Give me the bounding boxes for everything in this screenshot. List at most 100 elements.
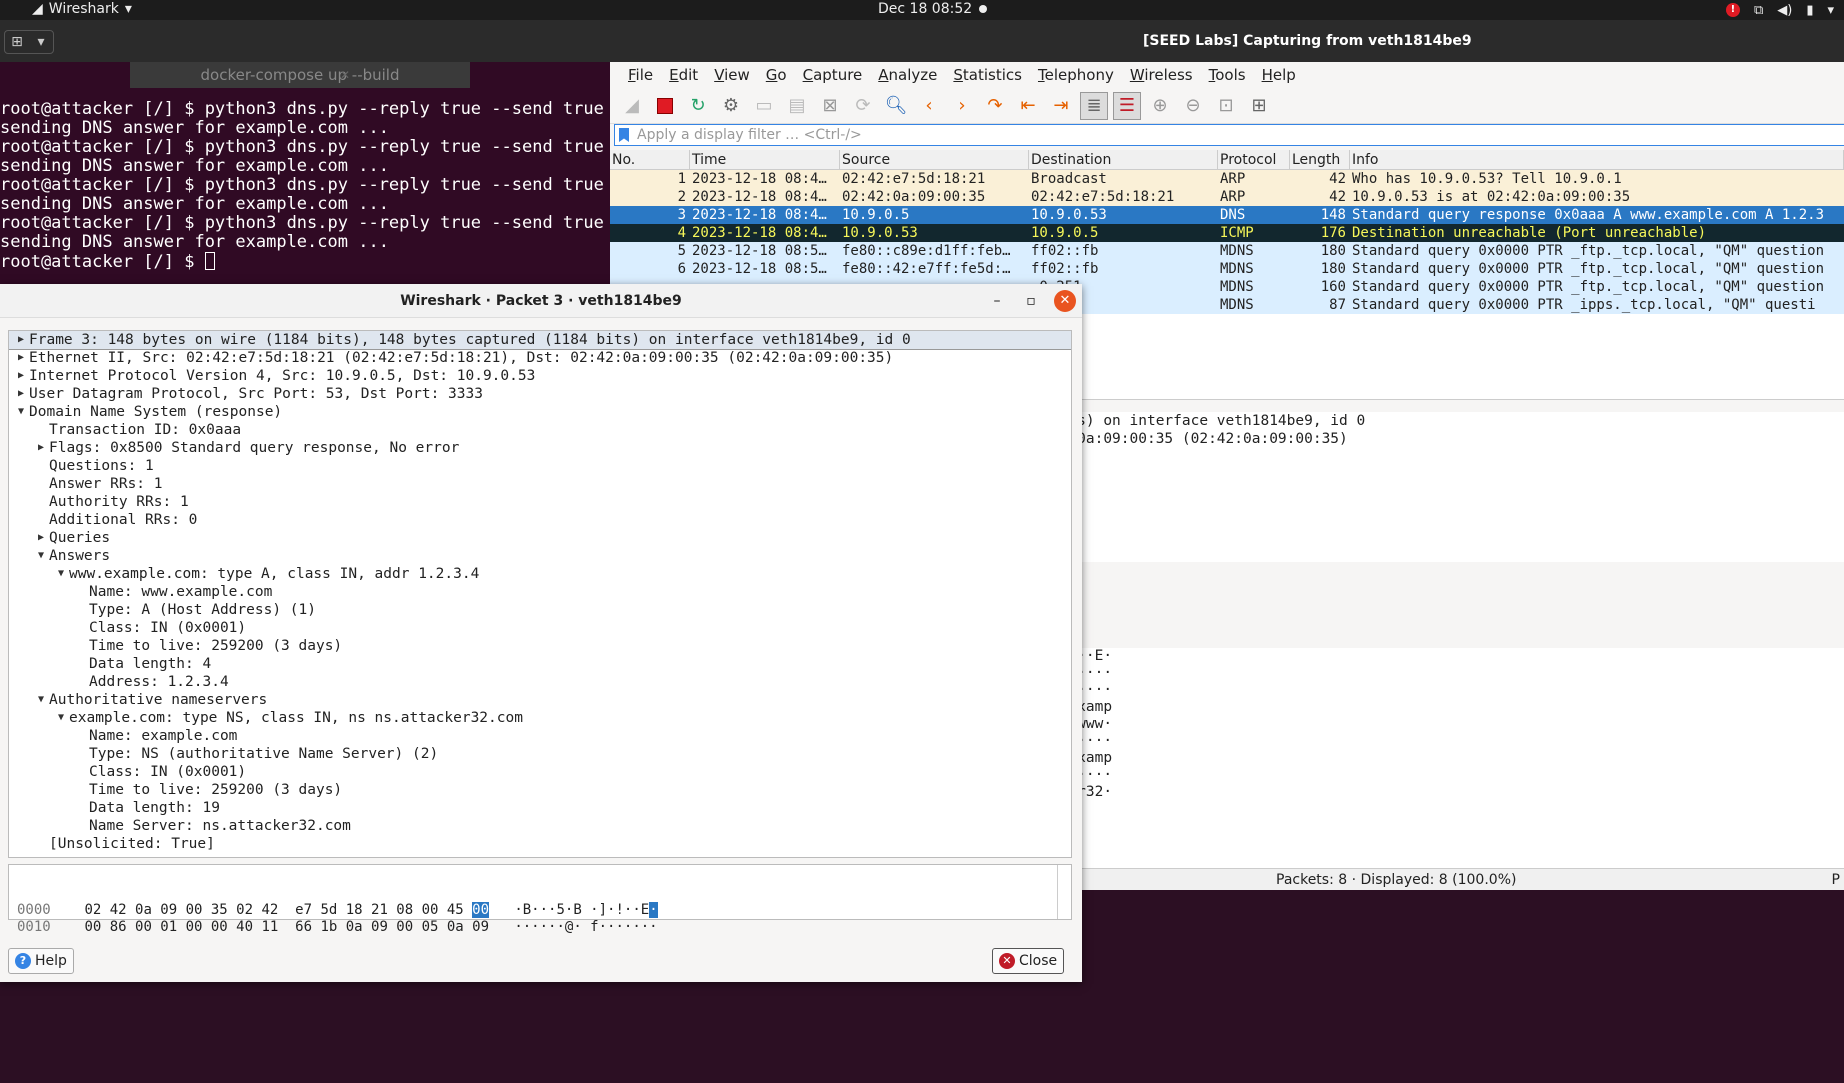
tree-node[interactable]: ▶ Internet Protocol Version 4, Src: 10.9.… (9, 367, 1071, 385)
tree-node[interactable]: Data length: 4 (9, 655, 1071, 673)
close-button[interactable]: ✕ Close (992, 948, 1065, 974)
menu-item-analyze[interactable]: Analyze (870, 66, 945, 84)
save-file-icon[interactable]: ▤ (783, 92, 811, 120)
terminal-output[interactable]: root@attacker [/] $ python3 dns.py --rep… (0, 100, 604, 272)
packet-hex-view[interactable]: 0000 02 42 0a 09 00 35 02 42 e7 5d 18 21… (8, 864, 1072, 935)
chevron-right-icon[interactable]: ▶ (35, 439, 47, 457)
close-icon[interactable]: ✕ (1054, 290, 1076, 312)
system-tray[interactable]: ! ⧉ ◀) ▮ ▾ (1725, 0, 1834, 20)
tree-node[interactable]: Questions: 1 (9, 457, 1071, 475)
tree-node[interactable]: Name Server: ns.attacker32.com (9, 817, 1071, 835)
menu-item-edit[interactable]: Edit (661, 66, 706, 84)
tree-node[interactable]: ▶ Frame 3: 148 bytes on wire (1184 bits),… (9, 331, 1071, 350)
packet-row[interactable]: 4 2023-12-18 08:4… 10.9.0.53 10.9.0.5 ICMP 17… (610, 224, 1844, 242)
tree-node[interactable]: Name: example.com (9, 727, 1071, 745)
profile-label[interactable]: P (1832, 869, 1840, 891)
menu-item-telephony[interactable]: Telephony (1030, 66, 1122, 84)
packet-row[interactable]: 6 2023-12-18 08:5… fe80::42:e7ff:fe5d:… ff0… (610, 260, 1844, 278)
menu-item-tools[interactable]: Tools (1201, 66, 1254, 84)
tree-node[interactable]: Data length: 19 (9, 799, 1071, 817)
menu-item-go[interactable]: Go (758, 66, 795, 84)
chevron-right-icon[interactable]: ▶ (35, 529, 47, 547)
terminal-tab[interactable]: docker-compose up --build ✕ (130, 62, 470, 88)
go-back-icon[interactable]: ‹ (915, 92, 943, 120)
menu-item-wireless[interactable]: Wireless (1122, 66, 1201, 84)
tree-node[interactable]: ▼ www.example.com: type A, class IN, addr… (9, 565, 1071, 583)
tree-node[interactable]: Time to live: 259200 (3 days) (9, 637, 1071, 655)
restart-capture-icon[interactable]: ↻ (684, 92, 712, 120)
column-header[interactable]: Info (1350, 150, 1844, 169)
first-packet-icon[interactable]: ⇤ (1014, 92, 1042, 120)
tree-node[interactable]: ▼ example.com: type NS, class IN, ns ns.a… (9, 709, 1071, 727)
menu-item-view[interactable]: View (706, 66, 758, 84)
resize-columns-icon[interactable]: ⊞ (1245, 92, 1273, 120)
find-packet-icon[interactable]: 🔍︎ (882, 92, 910, 120)
minimize-icon[interactable]: – (982, 284, 1012, 318)
tree-node[interactable]: Class: IN (0x0001) (9, 763, 1071, 781)
close-file-icon[interactable]: ⊠ (816, 92, 844, 120)
column-header[interactable]: Destination (1029, 150, 1218, 169)
tree-node[interactable]: Name: www.example.com (9, 583, 1071, 601)
open-file-icon[interactable]: ▭ (750, 92, 778, 120)
bookmark-icon[interactable] (619, 128, 629, 142)
tree-node[interactable]: ▶ User Datagram Protocol, Src Port: 53, D… (9, 385, 1071, 403)
capture-options-icon[interactable]: ⚙ (717, 92, 745, 120)
chevron-down-icon[interactable]: ▾ (29, 34, 53, 50)
packet-row[interactable]: 2 2023-12-18 08:4… 02:42:0a:09:00:35 02:42:… (610, 188, 1844, 206)
volume-icon[interactable]: ◀) (1777, 3, 1792, 18)
tree-node[interactable]: Address: 1.2.3.4 (9, 673, 1071, 691)
display-filter-input[interactable]: Apply a display filter … <Ctrl-/> (614, 124, 1844, 146)
menu-item-statistics[interactable]: Statistics (945, 66, 1030, 84)
packet-row[interactable]: 5 2023-12-18 08:5… fe80::c89e:d1ff:feb… ff0… (610, 242, 1844, 260)
packet-row[interactable]: 1 2023-12-18 08:4… 02:42:e7:5d:18:21 Broadc… (610, 170, 1844, 188)
tree-node[interactable]: Type: A (Host Address) (1) (9, 601, 1071, 619)
column-header[interactable]: Source (840, 150, 1029, 169)
chevron-right-icon[interactable]: ▶ (15, 349, 27, 367)
app-menu[interactable]: ◢ Wireshark ▾ (32, 1, 132, 17)
menu-item-help[interactable]: Help (1254, 66, 1304, 84)
tree-node[interactable]: Transaction ID: 0x0aaa (9, 421, 1071, 439)
tree-node[interactable]: Class: IN (0x0001) (9, 619, 1071, 637)
menu-item-file[interactable]: File (620, 66, 661, 84)
zoom-in-icon[interactable]: ⊕ (1146, 92, 1174, 120)
close-tab-icon[interactable]: ✕ (340, 62, 350, 88)
tree-node[interactable]: Additional RRs: 0 (9, 511, 1071, 529)
chevron-down-icon[interactable]: ▾ (1827, 3, 1834, 18)
menu-item-capture[interactable]: Capture (795, 66, 871, 84)
terminal-tab-row[interactable]: docker-compose up --build ✕ (130, 62, 470, 88)
chevron-down-icon[interactable]: ▼ (15, 403, 27, 421)
tree-node[interactable]: ▶ Ethernet II, Src: 02:42:e7:5d:18:21 (02… (9, 349, 1071, 367)
packet-row[interactable]: 3 2023-12-18 08:4… 10.9.0.5 10.9.0.53 DNS 148… (610, 206, 1844, 224)
tree-node[interactable]: [Unsolicited: True] (9, 835, 1071, 853)
normal-size-icon[interactable]: ⊡ (1212, 92, 1240, 120)
chevron-down-icon[interactable]: ▼ (35, 547, 47, 565)
chevron-right-icon[interactable]: ▶ (15, 331, 27, 349)
tree-node[interactable]: Authority RRs: 1 (9, 493, 1071, 511)
maximize-icon[interactable]: ▫ (1016, 284, 1046, 318)
clock[interactable]: Dec 18 08:52 (878, 1, 972, 17)
tree-node[interactable]: Time to live: 259200 (3 days) (9, 781, 1071, 799)
zoom-out-icon[interactable]: ⊖ (1179, 92, 1207, 120)
start-capture-icon[interactable]: ◢ (618, 92, 646, 120)
tree-node[interactable]: ▼ Answers (9, 547, 1071, 565)
last-packet-icon[interactable]: ⇥ (1047, 92, 1075, 120)
new-tab-button[interactable]: ⊞ ▾ (4, 30, 54, 54)
alert-icon[interactable]: ! (1725, 3, 1740, 17)
tree-node[interactable]: Answer RRs: 1 (9, 475, 1071, 493)
column-header[interactable]: Length (1290, 150, 1350, 169)
tree-node[interactable]: ▶ Flags: 0x8500 Standard query response, … (9, 439, 1071, 457)
tree-node[interactable]: ▼ Domain Name System (response) (9, 403, 1071, 421)
plus-icon[interactable]: ⊞ (5, 34, 29, 50)
tree-node[interactable]: Type: NS (authoritative Name Server) (2) (9, 745, 1071, 763)
chevron-down-icon[interactable]: ▼ (55, 565, 67, 583)
stop-capture-icon[interactable] (651, 92, 679, 120)
column-header[interactable]: No. (610, 150, 690, 169)
hex-scrollbar[interactable] (1057, 865, 1071, 919)
dialog-close-button[interactable]: ✕ (1050, 284, 1080, 318)
chevron-right-icon[interactable]: ▶ (15, 385, 27, 403)
column-header[interactable]: Protocol (1218, 150, 1290, 169)
autoscroll-icon[interactable]: ≣ (1080, 91, 1108, 120)
network-icon[interactable]: ⧉ (1754, 3, 1763, 18)
packet-detail-tree[interactable]: ▶ Frame 3: 148 bytes on wire (1184 bits),… (8, 330, 1072, 858)
go-forward-icon[interactable]: › (948, 92, 976, 120)
